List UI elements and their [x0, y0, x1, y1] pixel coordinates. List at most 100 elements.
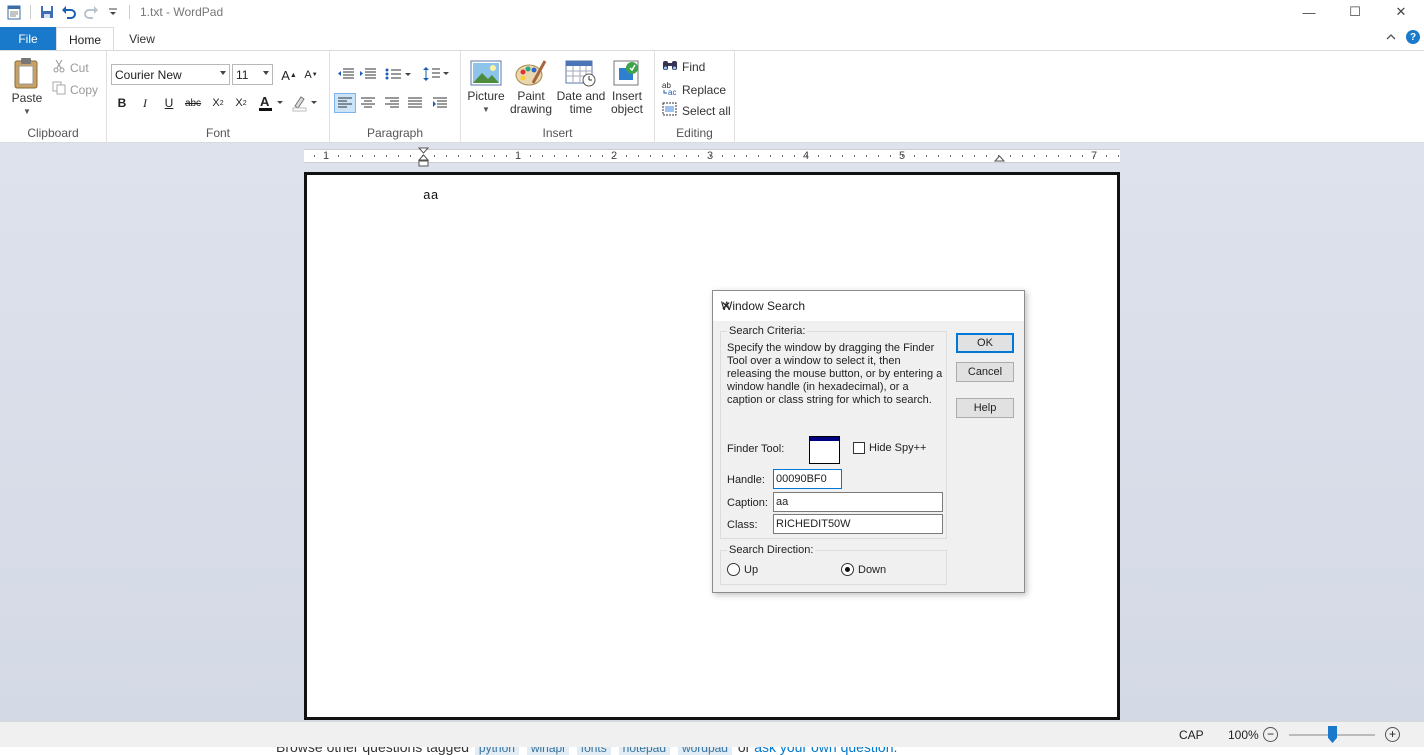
help-button[interactable]: Help	[956, 398, 1014, 418]
font-size-combo[interactable]: 11	[232, 64, 273, 85]
zoom-out-icon[interactable]: −	[1263, 727, 1278, 742]
strikethrough-icon[interactable]: abc	[183, 93, 203, 113]
ruler-tick	[1082, 155, 1083, 157]
tag-chip[interactable]: winapi	[526, 747, 569, 755]
minimize-ribbon-icon[interactable]	[1386, 30, 1396, 44]
find-button[interactable]: Find	[662, 58, 705, 75]
ruler-tick	[854, 155, 855, 157]
italic-icon[interactable]: I	[135, 93, 155, 113]
picture-dropdown-icon[interactable]: ▼	[482, 103, 490, 116]
caption-field[interactable]: aa	[773, 492, 943, 512]
replace-button[interactable]: ab ac Replace	[662, 80, 726, 99]
tag-chip[interactable]: wordpad	[677, 747, 732, 755]
ruler-tick	[458, 155, 459, 157]
undo-icon[interactable]	[61, 4, 77, 20]
quick-access-toolbar	[0, 4, 132, 20]
font-family-combo[interactable]: Courier New	[111, 64, 230, 85]
document-text[interactable]: aa	[423, 188, 439, 203]
align-left-icon[interactable]	[334, 93, 356, 113]
ribbon-tabs-right: ?	[1386, 30, 1420, 44]
zoom-slider-thumb[interactable]	[1328, 726, 1337, 743]
minimize-button[interactable]: —	[1286, 0, 1332, 24]
ruler-tick	[446, 155, 447, 157]
ask-question-link[interactable]: ask your own question.	[754, 747, 897, 755]
tab-home[interactable]: Home	[56, 27, 114, 51]
ok-button[interactable]: OK	[956, 333, 1014, 353]
finder-tool-icon[interactable]	[809, 436, 840, 464]
select-all-button[interactable]: Select all	[662, 102, 731, 119]
align-center-icon[interactable]	[358, 93, 378, 113]
close-icon[interactable]: ✕	[721, 299, 1016, 313]
paint-drawing-button[interactable]: Paint drawing	[509, 59, 553, 116]
font-family-value: Courier New	[115, 67, 182, 82]
ruler-tick	[758, 155, 759, 157]
align-right-icon[interactable]	[382, 93, 402, 113]
first-line-indent-marker[interactable]	[417, 147, 430, 170]
caption-label: Caption:	[727, 497, 768, 509]
ruler-tick	[506, 155, 507, 157]
tab-file[interactable]: File	[0, 27, 56, 50]
background-questions-text: Browse other questions tagged python win…	[276, 747, 897, 755]
bold-icon[interactable]: B	[112, 93, 132, 113]
zoom-in-icon[interactable]: +	[1385, 727, 1400, 742]
chevron-down-icon	[220, 71, 226, 75]
ruler-tick	[650, 155, 651, 157]
redo-icon[interactable]	[83, 4, 99, 20]
class-field[interactable]: RICHEDIT50W	[773, 514, 943, 534]
dialog-title-bar[interactable]: Window Search ✕	[713, 291, 1024, 321]
picture-icon	[470, 59, 502, 90]
tag-chip[interactable]: notepad	[618, 747, 671, 755]
ruler-tick	[998, 155, 999, 157]
tab-view[interactable]: View	[118, 27, 166, 50]
save-icon[interactable]	[39, 4, 55, 20]
cut-button[interactable]: Cut	[52, 59, 89, 76]
decrease-indent-icon[interactable]	[336, 64, 356, 84]
select-all-label: Select all	[682, 103, 731, 118]
qat-separator	[129, 5, 130, 19]
wordpad-app-icon[interactable]	[6, 4, 22, 20]
maximize-button[interactable]: ☐	[1332, 0, 1378, 24]
font-color-icon[interactable]: A	[257, 93, 285, 113]
tag-chip[interactable]: fonts	[576, 747, 611, 755]
ruler-tick	[770, 155, 771, 157]
ruler-tick	[794, 155, 795, 157]
paragraph-settings-icon[interactable]	[430, 93, 450, 113]
svg-text:ac: ac	[668, 88, 676, 96]
paste-dropdown-icon[interactable]: ▼	[23, 105, 31, 118]
cancel-button[interactable]: Cancel	[956, 362, 1014, 382]
calendar-clock-icon	[565, 59, 597, 90]
ruler[interactable]: 1 1 2 3 4 5 7	[304, 147, 1120, 167]
subscript-icon[interactable]: X2	[208, 93, 228, 113]
search-direction-legend: Search Direction:	[727, 544, 816, 556]
customize-qat-icon[interactable]	[105, 4, 121, 20]
ruler-tick	[566, 155, 567, 157]
right-indent-marker[interactable]	[993, 154, 1006, 168]
down-radio[interactable]	[841, 563, 854, 576]
insert-object-button[interactable]: Insert object	[607, 59, 647, 116]
paragraph-group-label: Paragraph	[366, 126, 424, 140]
grow-font-icon[interactable]: A ▲	[279, 65, 299, 85]
zoom-level[interactable]: 100%	[1228, 728, 1259, 742]
paste-icon	[13, 57, 41, 92]
font-group-label: Font	[205, 126, 230, 140]
line-spacing-icon[interactable]	[422, 64, 452, 84]
superscript-icon[interactable]: X2	[231, 93, 251, 113]
close-window-button[interactable]: ✕	[1378, 0, 1424, 24]
help-icon[interactable]: ?	[1406, 30, 1420, 44]
highlight-color-icon[interactable]	[291, 93, 319, 113]
list-bullets-icon[interactable]	[384, 64, 414, 84]
up-radio[interactable]	[727, 563, 740, 576]
underline-icon[interactable]: U	[159, 93, 179, 113]
justify-icon[interactable]	[405, 93, 425, 113]
tag-chip[interactable]: python	[474, 747, 519, 755]
hide-spy-checkbox[interactable]	[853, 442, 865, 454]
handle-field[interactable]: 00090BF0	[773, 469, 842, 489]
paste-button[interactable]: Paste ▼	[8, 57, 46, 118]
date-time-button[interactable]: Date and time	[555, 59, 607, 116]
increase-indent-icon[interactable]	[358, 64, 378, 84]
picture-button[interactable]: Picture ▼	[465, 59, 507, 116]
copy-button[interactable]: Copy	[52, 81, 98, 98]
ruler-tick	[950, 155, 951, 157]
picture-label: Picture	[467, 89, 505, 103]
shrink-font-icon[interactable]: A ▼	[301, 65, 321, 85]
